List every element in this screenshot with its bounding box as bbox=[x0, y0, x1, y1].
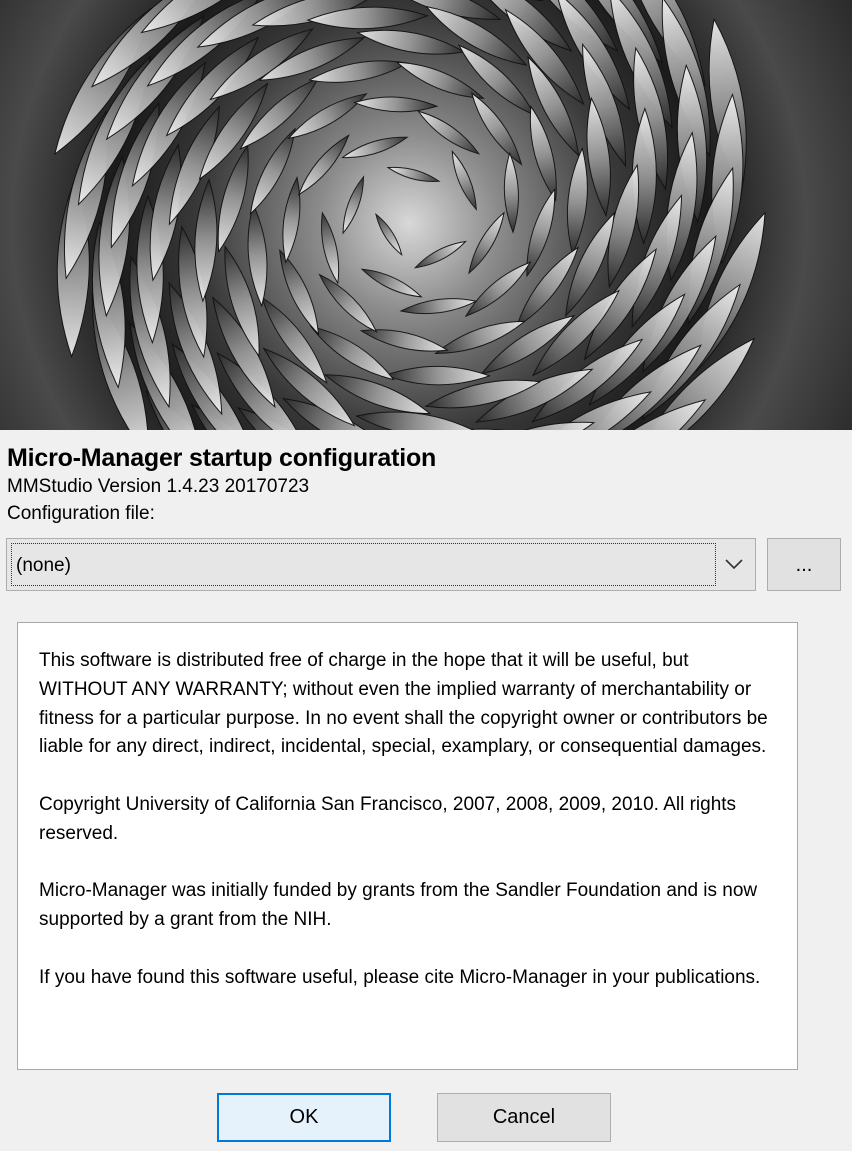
splash-image bbox=[0, 0, 852, 430]
leaf-shape bbox=[352, 96, 439, 113]
leaf-shape bbox=[342, 175, 365, 235]
leaf-shape bbox=[468, 211, 505, 275]
chevron-down-icon[interactable] bbox=[723, 553, 745, 575]
config-file-dropdown[interactable]: (none) bbox=[6, 538, 756, 591]
ok-button[interactable]: OK bbox=[217, 1093, 391, 1142]
license-paragraph-funding: Micro-Manager was initially funded by gr… bbox=[39, 880, 758, 931]
dialog-title: Micro-Manager startup configuration bbox=[7, 444, 437, 472]
config-file-value: (none) bbox=[16, 555, 71, 576]
leaf-shape bbox=[417, 110, 481, 155]
leaf-shape bbox=[375, 212, 403, 257]
license-paragraph-warranty: This software is distributed free of cha… bbox=[39, 650, 768, 758]
leaf-shape bbox=[399, 298, 478, 315]
leaf-shape bbox=[384, 365, 492, 386]
leaf-shape bbox=[318, 273, 378, 333]
cancel-button[interactable]: Cancel bbox=[437, 1093, 611, 1142]
leaf-shape bbox=[321, 211, 340, 285]
version-label: MMStudio Version 1.4.23 20170723 bbox=[7, 476, 310, 497]
leaf-shape bbox=[360, 268, 423, 298]
leaf-shape bbox=[503, 151, 519, 234]
leaf-shape bbox=[413, 240, 467, 269]
config-file-label: Configuration file: bbox=[7, 503, 155, 524]
leaf-shape bbox=[451, 149, 477, 211]
leaf-shape bbox=[341, 136, 409, 159]
license-paragraph-copyright: Copyright University of California San F… bbox=[39, 793, 737, 844]
leaf-shape bbox=[386, 166, 441, 182]
succulent-spiral-graphic bbox=[53, 0, 766, 430]
leaf-shape bbox=[566, 146, 588, 256]
browse-button[interactable]: ... bbox=[767, 538, 841, 591]
license-text-box: This software is distributed free of cha… bbox=[17, 622, 798, 1070]
license-paragraph-citation: If you have found this software useful, … bbox=[39, 966, 761, 988]
leaf-shape bbox=[297, 134, 350, 196]
focus-rect bbox=[11, 543, 716, 586]
